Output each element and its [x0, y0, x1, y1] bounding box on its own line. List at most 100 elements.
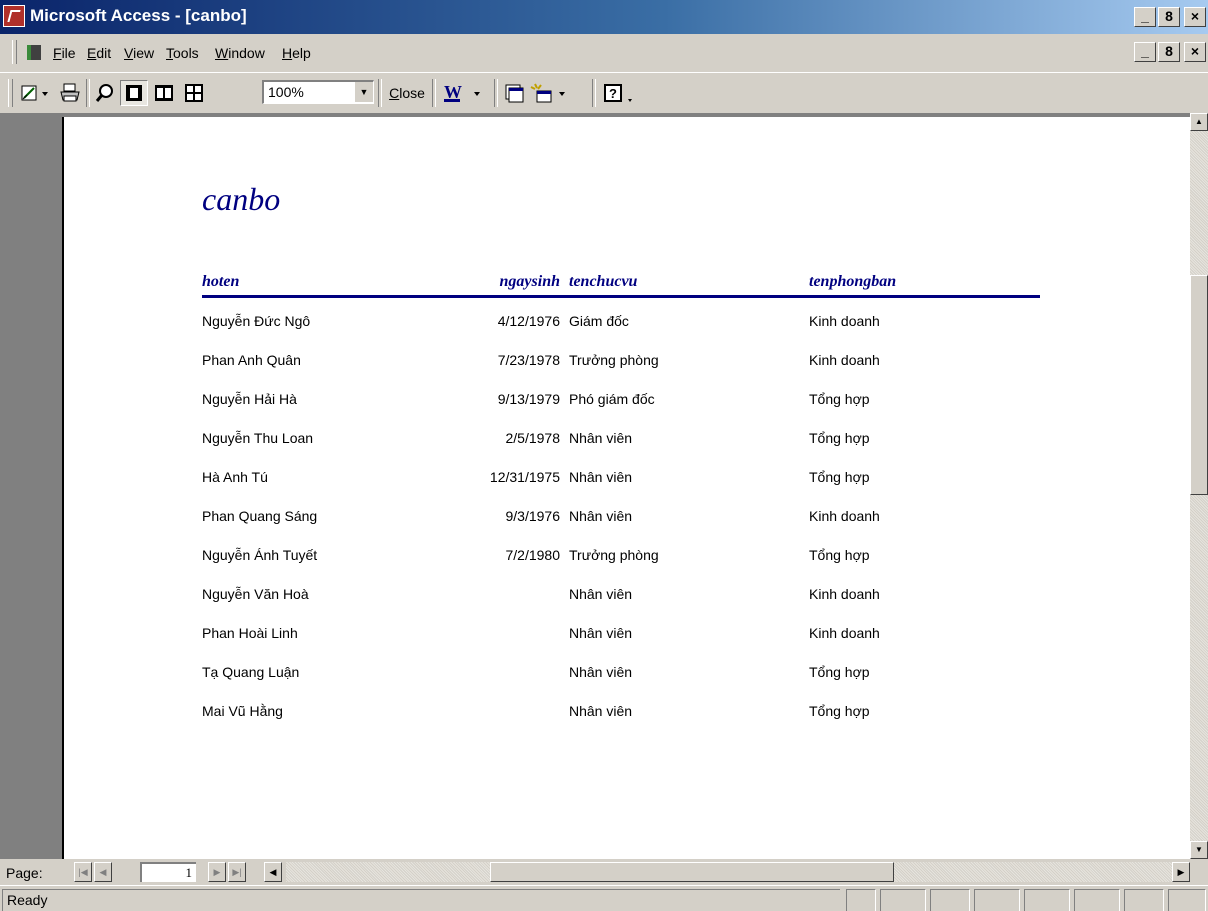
page-number-input[interactable]: 1 [140, 862, 196, 882]
scroll-left-icon[interactable]: ◀ [264, 862, 282, 882]
one-page-icon[interactable] [120, 80, 148, 106]
cell-tenchucvu: Nhân viên [569, 586, 633, 602]
record-navigation-bar: Page: |◀ ◀ 1 ▶ ▶| ◀ ▶ [0, 859, 1208, 885]
doc-close-button[interactable]: × [1184, 42, 1206, 62]
cell-tenphongban: Tổng hợp [809, 430, 870, 446]
table-row: Phan Anh Quân 7/23/1978 Trưởng phòng Kin… [64, 352, 1190, 392]
minimize-button[interactable]: _ [1134, 7, 1156, 27]
column-header-tenphongban: tenphongban [809, 273, 897, 290]
scroll-down-icon[interactable]: ▼ [1190, 841, 1208, 859]
last-page-icon[interactable]: ▶| [228, 862, 246, 882]
menu-bar: File Edit View Tools Window Help _ 8 × [0, 34, 1208, 73]
close-preview-button[interactable]: Close [384, 80, 430, 106]
status-cell [930, 889, 970, 911]
access-app-icon[interactable] [3, 5, 25, 27]
cell-tenphongban: Kinh doanh [809, 586, 880, 602]
cell-tenchucvu: Nhân viên [569, 664, 633, 680]
page-label: Page: [6, 865, 43, 881]
scroll-up-icon[interactable]: ▲ [1190, 113, 1208, 131]
horizontal-scrollbar[interactable] [286, 862, 1190, 882]
header-rule [202, 295, 1040, 298]
toolbar-grip[interactable] [8, 79, 13, 107]
new-object-icon[interactable] [528, 80, 572, 106]
maximize-button[interactable]: 8 [1158, 7, 1180, 27]
toolbar-separator [86, 79, 90, 107]
cell-hoten: Phan Anh Quân [202, 352, 301, 368]
cell-ngaysinh: 7/23/1978 [497, 352, 560, 368]
cell-ngaysinh: 9/3/1976 [505, 508, 561, 524]
table-row: Nguyễn Ánh Tuyết 7/2/1980 Trưởng phòng T… [64, 547, 1190, 587]
cell-tenphongban: Tổng hợp [809, 703, 870, 719]
status-cell [1124, 889, 1164, 911]
database-window-icon[interactable] [500, 80, 528, 106]
menu-file[interactable]: File [53, 45, 76, 61]
word-icon[interactable]: W [438, 80, 492, 106]
preview-area: canbo hoten ngaysinh tenchucvu tenphongb… [0, 113, 1190, 859]
next-page-icon[interactable]: ▶ [208, 862, 226, 882]
table-row: Nguyễn Hải Hà 9/13/1979 Phó giám đốc Tổn… [64, 391, 1190, 431]
menu-window[interactable]: Window [215, 45, 265, 61]
cell-hoten: Nguyễn Ánh Tuyết [202, 547, 318, 563]
multiple-pages-icon[interactable] [180, 80, 208, 106]
status-text: Ready [2, 889, 840, 911]
cell-tenchucvu: Trưởng phòng [569, 352, 659, 368]
close-window-button[interactable]: × [1184, 7, 1206, 27]
vertical-scroll-thumb[interactable] [1190, 275, 1208, 495]
design-view-icon[interactable] [18, 80, 54, 106]
table-row: Phan Quang Sáng 9/3/1976 Nhân viên Kinh … [64, 508, 1190, 548]
cell-tenphongban: Tổng hợp [809, 391, 870, 407]
first-page-icon[interactable]: |◀ [74, 862, 92, 882]
help-icon[interactable]: ? [600, 80, 640, 106]
cell-tenchucvu: Trưởng phòng [569, 547, 659, 563]
menu-help[interactable]: Help [282, 45, 311, 61]
table-row: Nguyễn Văn Hoà Nhân viên Kinh doanh [64, 586, 1190, 626]
column-header-hoten: hoten [202, 273, 240, 290]
cell-ngaysinh: 9/13/1979 [497, 391, 560, 407]
cell-tenphongban: Tổng hợp [809, 664, 870, 680]
cell-tenchucvu: Nhân viên [569, 508, 633, 524]
toolbar-separator [494, 79, 498, 107]
two-pages-icon[interactable] [150, 80, 178, 106]
scroll-right-icon[interactable]: ▶ [1172, 862, 1190, 882]
status-cell [1168, 889, 1206, 911]
table-row: Nguyễn Đức Ngô 4/12/1976 Giám đốc Kinh d… [64, 313, 1190, 353]
report-document-icon[interactable] [27, 45, 41, 60]
printer-icon[interactable] [56, 80, 84, 106]
cell-tenchucvu: Nhân viên [569, 469, 633, 485]
status-cell [1074, 889, 1120, 911]
menu-edit[interactable]: Edit [87, 45, 111, 61]
cell-tenchucvu: Nhân viên [569, 703, 633, 719]
status-cell [846, 889, 876, 911]
menu-grip[interactable] [12, 40, 17, 64]
cell-tenphongban: Tổng hợp [809, 547, 870, 563]
column-header-ngaysinh: ngaysinh [499, 273, 560, 290]
cell-hoten: Phan Quang Sáng [202, 508, 318, 524]
magnifier-icon[interactable] [92, 80, 118, 106]
cell-tenchucvu: Nhân viên [569, 625, 633, 641]
column-header-tenchucvu: tenchucvu [569, 273, 638, 290]
chevron-down-icon[interactable]: ▼ [354, 82, 373, 102]
cell-hoten: Tạ Quang Luận [202, 664, 300, 680]
table-row: Mai Vũ Hằng Nhân viên Tổng hợp [64, 703, 1190, 743]
report-page: canbo hoten ngaysinh tenchucvu tenphongb… [62, 117, 1190, 859]
zoom-combo[interactable]: 100% ▼ [262, 80, 374, 104]
table-row: Tạ Quang Luận Nhân viên Tổng hợp [64, 664, 1190, 704]
toolbar-separator [592, 79, 596, 107]
doc-restore-button[interactable]: 8 [1158, 42, 1180, 62]
menu-tools[interactable]: Tools [166, 45, 199, 61]
cell-ngaysinh: 7/2/1980 [505, 547, 561, 563]
horizontal-scroll-thumb[interactable] [490, 862, 894, 882]
cell-ngaysinh: 4/12/1976 [497, 313, 560, 329]
cell-hoten: Phan Hoài Linh [202, 625, 298, 641]
title-bar: Microsoft Access - [canbo] _ 8 × [0, 0, 1208, 34]
report-title: canbo [202, 181, 281, 217]
cell-ngaysinh: 2/5/1978 [505, 430, 561, 446]
cell-tenphongban: Kinh doanh [809, 625, 880, 641]
cell-hoten: Mai Vũ Hằng [202, 703, 283, 719]
vertical-scrollbar[interactable]: ▲ ▼ [1190, 113, 1208, 859]
cell-tenchucvu: Nhân viên [569, 430, 633, 446]
doc-minimize-button[interactable]: _ [1134, 42, 1156, 62]
menu-view[interactable]: View [124, 45, 154, 61]
cell-hoten: Nguyễn Đức Ngô [202, 313, 311, 329]
previous-page-icon[interactable]: ◀ [94, 862, 112, 882]
